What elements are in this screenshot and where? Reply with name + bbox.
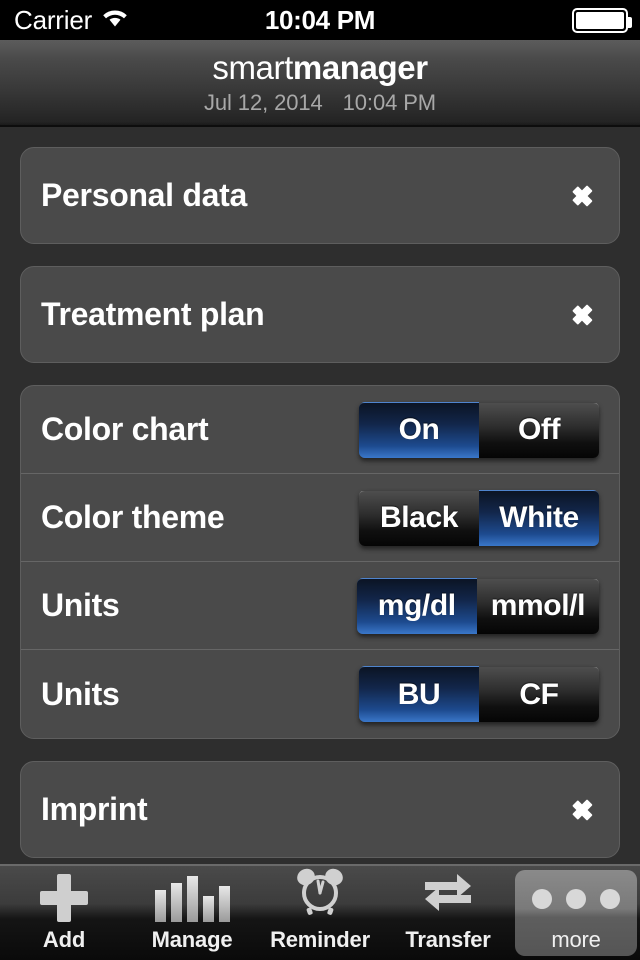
app-title: smartmanager: [212, 49, 428, 87]
tab-label: more: [551, 926, 601, 952]
status-bar: Carrier 10:04 PM: [0, 0, 640, 40]
row-treatment-plan[interactable]: Treatment plan: [21, 267, 619, 362]
plus-icon: [40, 873, 88, 922]
tab-label: Transfer: [405, 926, 491, 952]
tab-add[interactable]: Add: [3, 870, 125, 956]
bar-chart-icon: [154, 875, 230, 922]
transfer-arrows-icon: [421, 869, 475, 922]
carrier-label: Carrier: [14, 4, 93, 35]
row-label: Units: [41, 675, 120, 712]
tab-label: Add: [42, 926, 86, 952]
status-bar-left: Carrier: [0, 5, 220, 36]
tab-more[interactable]: more: [515, 870, 637, 956]
app-header: smartmanager Jul 12, 2014 10:04 PM: [0, 40, 640, 127]
personal-data-card[interactable]: Personal data: [20, 147, 620, 244]
segment-white[interactable]: White: [479, 489, 599, 546]
segment-on[interactable]: On: [359, 401, 479, 458]
app-title-light: smart: [212, 49, 293, 86]
segmented-control-units-carbs[interactable]: BU CF: [359, 666, 599, 722]
row-label: Treatment plan: [41, 296, 265, 332]
segment-black[interactable]: Black: [359, 489, 479, 546]
row-color-theme: Color theme Black White: [21, 474, 619, 562]
status-bar-right: [420, 7, 640, 33]
segment-off[interactable]: Off: [479, 401, 599, 458]
preferences-card: Color chart On Off Color theme Black Whi…: [20, 385, 620, 739]
header-subtitle: Jul 12, 2014 10:04 PM: [204, 90, 436, 116]
app-screen: Carrier 10:04 PM smartmanager Jul 12, 20…: [0, 0, 640, 960]
row-units-carbs: Units BU CF: [21, 650, 619, 738]
battery-icon: [572, 7, 632, 33]
header-time: 10:04 PM: [342, 90, 437, 115]
row-label: Personal data: [41, 177, 247, 213]
wifi-icon: [100, 7, 130, 34]
ellipsis-icon: [532, 876, 620, 922]
tab-transfer[interactable]: Transfer: [387, 870, 509, 956]
app-title-bold: manager: [292, 49, 428, 86]
segmented-control-units-glucose[interactable]: mg/dl mmol/l: [356, 577, 599, 634]
tab-reminder[interactable]: Reminder: [259, 867, 381, 956]
segment-bu[interactable]: BU: [359, 666, 479, 722]
segment-mmoll[interactable]: mmol/l: [476, 577, 599, 634]
chevron-right-icon: [573, 179, 593, 213]
treatment-plan-card[interactable]: Treatment plan: [20, 266, 620, 363]
chevron-right-icon: [573, 793, 593, 827]
alarm-clock-icon: [294, 867, 346, 922]
tab-manage[interactable]: Manage: [131, 870, 253, 956]
segmented-control-color-theme[interactable]: Black White: [359, 489, 599, 546]
tab-label: Manage: [151, 926, 233, 952]
tab-bar: Add Manage Reminder Transfer more: [0, 864, 640, 960]
chevron-right-icon: [573, 298, 593, 332]
status-bar-time: 10:04 PM: [264, 4, 376, 35]
row-personal-data[interactable]: Personal data: [21, 148, 619, 243]
row-imprint[interactable]: Imprint: [21, 762, 619, 857]
segment-cf[interactable]: CF: [479, 666, 599, 722]
row-label: Imprint: [41, 791, 148, 827]
tab-label: Reminder: [270, 926, 370, 952]
header-date: Jul 12, 2014: [203, 90, 323, 115]
segment-mgdl[interactable]: mg/dl: [356, 577, 477, 634]
row-units-glucose: Units mg/dl mmol/l: [21, 562, 619, 650]
row-label: Units: [41, 587, 120, 623]
row-label: Color chart: [41, 411, 209, 447]
row-label: Color theme: [41, 499, 225, 535]
settings-content: Personal data Treatment plan Color chart…: [0, 127, 640, 864]
row-color-chart: Color chart On Off: [21, 386, 619, 474]
imprint-card[interactable]: Imprint: [20, 761, 620, 858]
segmented-control-color-chart[interactable]: On Off: [359, 401, 599, 458]
